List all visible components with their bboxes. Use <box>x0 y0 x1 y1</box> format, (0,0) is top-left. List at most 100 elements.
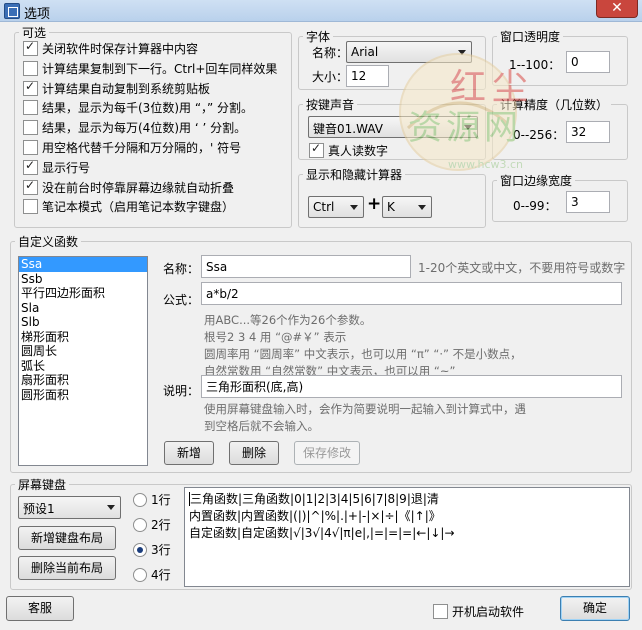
option-row[interactable]: 笔记本模式（启用笔记本数字键盘） <box>23 198 288 218</box>
keyboard-preset-select[interactable]: 预设1 <box>18 496 121 519</box>
delete-function-button[interactable]: 删除 <box>229 441 279 465</box>
add-function-button[interactable]: 新增 <box>164 441 214 465</box>
sound-select[interactable]: 键音01.WAV <box>308 116 478 138</box>
option-row[interactable]: 结果，显示为每万(4位数)用 ‘ ’ 分割。 <box>23 119 288 139</box>
hotkey-modifier-select[interactable]: Ctrl <box>308 196 364 218</box>
function-listbox[interactable]: Ssa Ssb 平行四边形面积 Sla Slb 梯形面积 圆周长 弧长 扇形面积 圆形面积 <box>18 256 148 466</box>
option-checkbox[interactable] <box>23 39 38 56</box>
help-line: 用ABC...等26个作为26个参数。 <box>204 313 372 327</box>
option-checkbox[interactable] <box>23 178 38 195</box>
function-list-item[interactable]: Slb <box>19 315 147 330</box>
desc-help: 使用屏幕键盘输入时，会作为简要说明一起输入到计算式中，遇 到空格后就不会输入。 <box>204 401 526 435</box>
formula-input[interactable] <box>201 282 622 305</box>
option-label: 没在前台时停靠屏幕边缘就自动折叠 <box>42 180 235 195</box>
option-label: 结果，显示为每千(3位数)用 “，” 分割。 <box>42 101 254 116</box>
chevron-down-icon <box>418 205 426 210</box>
new-layout-button[interactable]: 新增键盘布局 <box>18 526 116 550</box>
font-name-label: 名称： <box>312 46 349 60</box>
precision-input[interactable] <box>566 121 610 143</box>
function-list-item[interactable]: 圆形面积 <box>19 388 147 403</box>
option-row[interactable]: 没在前台时停靠屏幕边缘就自动折叠 <box>23 178 288 199</box>
autostart-checkbox[interactable] <box>433 604 448 619</box>
sound-legend: 按键声音 <box>306 98 355 112</box>
row-count-radio[interactable] <box>133 567 147 582</box>
chevron-down-icon <box>107 505 115 510</box>
option-label: 用空格代替千分隔和万分隔的，' 符号 <box>42 140 242 155</box>
window-title: 选项 <box>24 7 51 22</box>
voice-checkbox-row[interactable]: 真人读数字 <box>309 141 389 159</box>
option-label: 关闭软件时保存计算器中内容 <box>42 42 199 56</box>
opacity-legend: 窗口透明度 <box>500 30 561 44</box>
function-list-item[interactable]: 弧长 <box>19 359 147 374</box>
desc-input[interactable] <box>201 375 622 398</box>
row-count-label: 3行 <box>151 543 171 557</box>
function-list-item[interactable]: 梯形面积 <box>19 330 147 345</box>
help-line: 根号2 3 4 用 “@#￥” 表示 <box>204 330 347 344</box>
option-label: 计算结果自动复制到系统剪贴板 <box>42 81 211 96</box>
voice-checkbox[interactable] <box>309 141 324 158</box>
option-checkbox[interactable] <box>23 60 38 76</box>
option-checkbox[interactable] <box>23 158 38 175</box>
option-checkbox[interactable] <box>23 120 38 136</box>
app-icon <box>4 3 20 19</box>
hotkey-modifier-value: Ctrl <box>313 200 335 214</box>
opacity-input[interactable] <box>566 51 610 73</box>
row-count-option[interactable]: 3行 <box>133 541 177 566</box>
option-row[interactable]: 计算结果自动复制到系统剪贴板 <box>23 79 288 100</box>
layout-line-text: 三角函数|三角函数|0|1|2|3|4|5|6|7|8|9|退|清 <box>190 492 439 506</box>
keyboard-preset-value: 预设1 <box>23 502 55 516</box>
func-name-hint: 1-20个英文或中文，不要用符号或数字 <box>418 261 626 275</box>
option-row[interactable]: 结果，显示为每千(3位数)用 “，” 分割。 <box>23 99 288 119</box>
font-name-value: Arial <box>351 45 379 59</box>
hotkey-key-select[interactable]: K <box>382 196 432 218</box>
font-size-input[interactable] <box>346 65 389 87</box>
formula-help: 用ABC...等26个作为26个参数。 根号2 3 4 用 “@#￥” 表示 圆… <box>204 312 522 380</box>
row-count-radio[interactable] <box>133 517 147 532</box>
close-button[interactable]: ✕ <box>596 0 638 18</box>
row-count-label: 4行 <box>151 568 171 582</box>
option-checkbox[interactable] <box>23 100 38 116</box>
row-count-option[interactable]: 2行 <box>133 516 177 541</box>
desc-help-line: 使用屏幕键盘输入时，会作为简要说明一起输入到计算式中，遇 <box>204 402 526 416</box>
formula-label: 公式： <box>163 293 200 307</box>
ok-button[interactable]: 确定 <box>560 596 630 621</box>
keyboard-layout-editor[interactable]: 三角函数|三角函数|0|1|2|3|4|5|6|7|8|9|退|清 内置函数|内… <box>184 487 630 587</box>
opacity-range: 1--100： <box>509 58 561 72</box>
function-list-item[interactable]: 圆周长 <box>19 344 147 359</box>
row-count-label: 2行 <box>151 518 171 532</box>
autostart-row[interactable]: 开机启动软件 <box>433 603 524 620</box>
plus-sign: + <box>367 194 382 214</box>
row-count-option[interactable]: 1行 <box>133 491 177 516</box>
option-checkbox[interactable] <box>23 79 38 96</box>
option-row[interactable]: 计算结果复制到下一行。Ctrl+回车同样效果 <box>23 60 288 80</box>
option-row[interactable]: 显示行号 <box>23 158 288 179</box>
optional-list: 关闭软件时保存计算器中内容计算结果复制到下一行。Ctrl+回车同样效果计算结果自… <box>23 39 288 218</box>
row-count-option[interactable]: 4行 <box>133 566 177 591</box>
row-count-radio[interactable] <box>133 492 147 507</box>
precision-legend: 计算精度（几位数） <box>500 98 609 112</box>
edge-input[interactable] <box>566 191 610 213</box>
function-list-item[interactable]: Ssb <box>19 272 147 287</box>
option-row[interactable]: 关闭软件时保存计算器中内容 <box>23 39 288 60</box>
row-count-label: 1行 <box>151 493 171 507</box>
row-count-radio[interactable] <box>133 542 147 557</box>
option-checkbox[interactable] <box>23 139 38 155</box>
voice-label: 真人读数字 <box>328 144 389 158</box>
function-list-item[interactable]: Ssa <box>19 257 147 272</box>
service-button[interactable]: 客服 <box>6 596 74 621</box>
title-bar: 选项 ✕ <box>0 0 642 22</box>
option-label: 显示行号 <box>42 160 91 175</box>
font-name-select[interactable]: Arial <box>346 41 472 63</box>
option-row[interactable]: 用空格代替千分隔和万分隔的，' 符号 <box>23 139 288 159</box>
option-checkbox[interactable] <box>23 199 38 215</box>
option-label: 结果，显示为每万(4位数)用 ‘ ’ 分割。 <box>42 121 247 136</box>
row-count-radios: 1行 2行 3行 4行 <box>133 491 177 591</box>
function-list-item[interactable]: 扇形面积 <box>19 373 147 388</box>
save-function-button[interactable]: 保存修改 <box>294 441 360 465</box>
func-name-input[interactable] <box>201 255 411 278</box>
desc-help-line: 到空格后就不会输入。 <box>204 419 319 433</box>
delete-layout-button[interactable]: 删除当前布局 <box>18 556 116 580</box>
chevron-down-icon <box>350 205 358 210</box>
function-list-item[interactable]: Sla <box>19 301 147 316</box>
function-list-item[interactable]: 平行四边形面积 <box>19 286 147 301</box>
